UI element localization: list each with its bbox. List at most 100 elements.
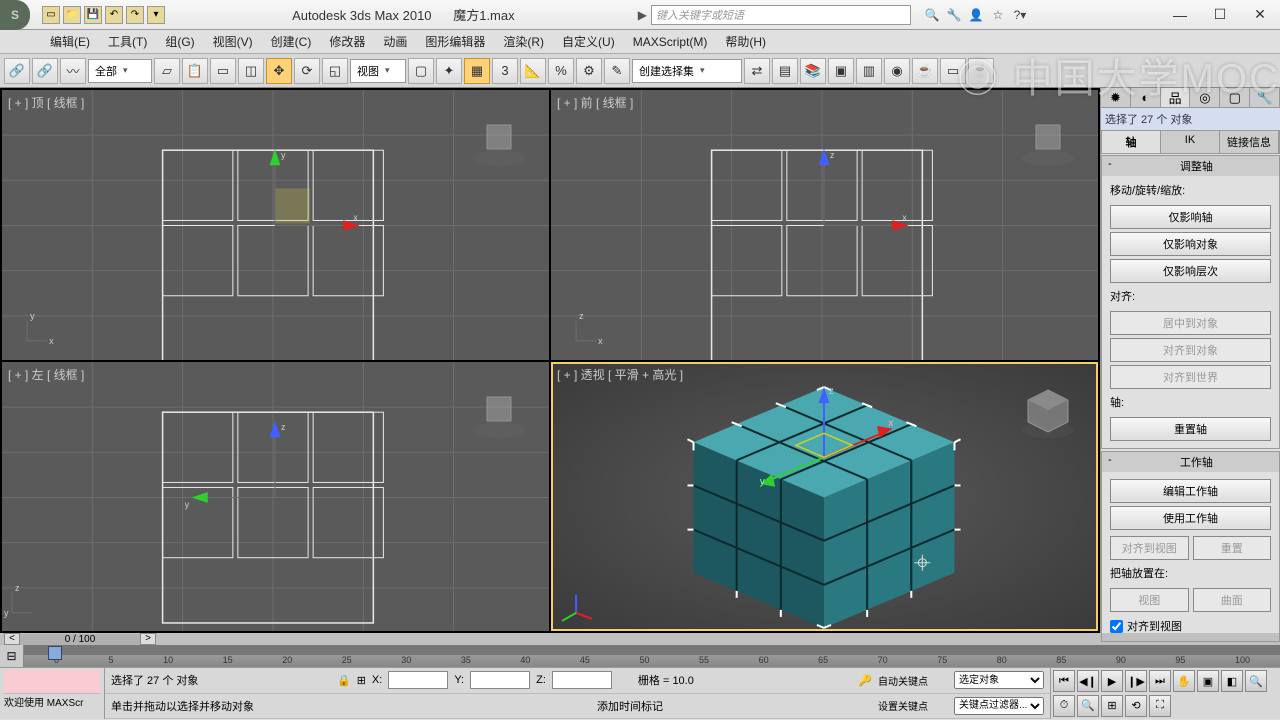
menu-help[interactable]: 帮助(H) bbox=[725, 33, 766, 50]
nav-pan[interactable]: ✋ bbox=[1173, 670, 1195, 692]
maximize-button[interactable]: ☐ bbox=[1200, 1, 1240, 29]
subtab-pivot[interactable]: 轴 bbox=[1102, 131, 1161, 153]
align-icon[interactable]: ▤ bbox=[772, 58, 798, 84]
edit-named-sel[interactable]: ✎ bbox=[604, 58, 630, 84]
nav-zoom-all[interactable]: ⊞ bbox=[1101, 695, 1123, 717]
mirror-icon[interactable]: ⇄ bbox=[744, 58, 770, 84]
star-icon[interactable]: ☆ bbox=[989, 8, 1007, 22]
viewport-left[interactable]: [ + ] 左 [ 线框 ] zy zy bbox=[2, 362, 549, 632]
btn-align-view[interactable]: 对齐到视图 bbox=[1110, 536, 1189, 560]
goto-start[interactable]: ⏮ bbox=[1053, 670, 1075, 692]
key-icon[interactable]: 🔑 bbox=[858, 674, 872, 687]
community-icon[interactable]: 👤 bbox=[967, 8, 985, 22]
rollout-working-pivot[interactable]: -工作轴 bbox=[1102, 452, 1279, 472]
material-icon[interactable]: ◉ bbox=[884, 58, 910, 84]
next-frame[interactable]: ❙▶ bbox=[1125, 670, 1147, 692]
panel-tab-utilities[interactable]: 🔧 bbox=[1250, 88, 1280, 107]
btn-affect-pivot[interactable]: 仅影响轴 bbox=[1110, 205, 1271, 229]
render-frame-icon[interactable]: ▭ bbox=[940, 58, 966, 84]
nav-orbit[interactable]: ⟲ bbox=[1125, 695, 1147, 717]
menu-view[interactable]: 视图(V) bbox=[213, 33, 253, 50]
tool-icon[interactable]: 🔧 bbox=[945, 8, 963, 22]
timeline-prev[interactable]: < bbox=[4, 633, 20, 645]
menu-anim[interactable]: 动画 bbox=[383, 33, 407, 50]
menu-maxscript[interactable]: MAXScript(M) bbox=[633, 35, 708, 49]
trackbar-toggle[interactable]: ⊟ bbox=[0, 645, 24, 667]
select-byname[interactable]: 📋 bbox=[182, 58, 208, 84]
prev-frame[interactable]: ◀❙ bbox=[1077, 670, 1099, 692]
bind-icon[interactable]: 〰 bbox=[60, 58, 86, 84]
link-icon[interactable]: 🔗 bbox=[4, 58, 30, 84]
btn-surface[interactable]: 曲面 bbox=[1193, 588, 1272, 612]
manip-icon[interactable]: ✦ bbox=[436, 58, 462, 84]
qat-new[interactable]: ▭ bbox=[42, 6, 60, 24]
qat-dropdown[interactable]: ▾ bbox=[147, 6, 165, 24]
filter-combo[interactable]: 全部 bbox=[88, 59, 152, 83]
panel-tab-hierarchy[interactable]: 品 bbox=[1161, 88, 1191, 107]
angle-snap[interactable]: 3 bbox=[492, 58, 518, 84]
key-object-combo[interactable]: 选定对象 bbox=[954, 671, 1044, 689]
subtab-ik[interactable]: IK bbox=[1161, 131, 1220, 153]
viewcube[interactable] bbox=[469, 382, 529, 442]
btn-align-world[interactable]: 对齐到世界 bbox=[1110, 365, 1271, 389]
btn-affect-hierarchy[interactable]: 仅影响层次 bbox=[1110, 259, 1271, 283]
spinner-snap[interactable]: ⚙ bbox=[576, 58, 602, 84]
viewport-perspective[interactable]: [ + ] 透视 [ 平滑 + 高光 ] bbox=[551, 362, 1098, 632]
chk-align-view[interactable]: 对齐到视图 bbox=[1110, 618, 1271, 634]
minimize-button[interactable]: — bbox=[1160, 1, 1200, 29]
panel-tab-modify[interactable]: ◐ bbox=[1131, 88, 1161, 107]
play[interactable]: ▶ bbox=[1101, 670, 1123, 692]
coord-combo[interactable]: 视图 bbox=[350, 59, 406, 83]
menu-tools[interactable]: 工具(T) bbox=[108, 33, 147, 50]
app-icon[interactable]: S bbox=[0, 0, 30, 30]
curve-editor-icon[interactable]: ▣ bbox=[828, 58, 854, 84]
menu-modifiers[interactable]: 修改器 bbox=[329, 33, 365, 50]
nav-zoom[interactable]: 🔍 bbox=[1077, 695, 1099, 717]
autokey-button[interactable]: 自动关键点 bbox=[878, 673, 948, 688]
panel-tab-create[interactable]: ✹ bbox=[1101, 88, 1131, 107]
btn-align-object[interactable]: 对齐到对象 bbox=[1110, 338, 1271, 362]
nav-fov[interactable]: ◧ bbox=[1221, 670, 1243, 692]
binoculars-icon[interactable]: 🔍 bbox=[923, 8, 941, 22]
btn-reset[interactable]: 重置 bbox=[1193, 536, 1272, 560]
select-window[interactable]: ◫ bbox=[238, 58, 264, 84]
viewcube[interactable] bbox=[1018, 110, 1078, 170]
move-tool[interactable]: ✥ bbox=[266, 58, 292, 84]
setkey-button[interactable]: 设置关键点 bbox=[878, 698, 948, 713]
qat-save[interactable]: 💾 bbox=[84, 6, 102, 24]
search-input[interactable]: 键入关键字或短语 bbox=[651, 5, 911, 25]
btn-view[interactable]: 视图 bbox=[1110, 588, 1189, 612]
menu-custom[interactable]: 自定义(U) bbox=[562, 33, 615, 50]
menu-edit[interactable]: 编辑(E) bbox=[50, 33, 90, 50]
trackbar[interactable]: ⊟ 05101520253035404550556065707580859095… bbox=[0, 645, 1280, 667]
nav-zoom-region[interactable]: 🔍 bbox=[1245, 670, 1267, 692]
render-setup-icon[interactable]: ☕ bbox=[912, 58, 938, 84]
add-time-marker[interactable]: 添加时间标记 bbox=[597, 698, 663, 714]
nav-maximize[interactable]: ⛶ bbox=[1149, 695, 1171, 717]
schematic-icon[interactable]: ▥ bbox=[856, 58, 882, 84]
coord-display-icon[interactable]: ⊞ bbox=[357, 674, 366, 687]
qat-redo[interactable]: ↷ bbox=[126, 6, 144, 24]
btn-center-object[interactable]: 居中到对象 bbox=[1110, 311, 1271, 335]
key-filter-combo[interactable]: 关键点过滤器... bbox=[954, 697, 1044, 715]
pivot-toggle[interactable]: ▢ bbox=[408, 58, 434, 84]
help-icon[interactable]: ?▾ bbox=[1011, 8, 1029, 22]
field-x[interactable] bbox=[388, 671, 448, 689]
named-selection[interactable]: 创建选择集 bbox=[632, 59, 742, 83]
layers-icon[interactable]: 📚 bbox=[800, 58, 826, 84]
btn-use-waxis[interactable]: 使用工作轴 bbox=[1110, 506, 1271, 530]
rotate-tool[interactable]: ⟳ bbox=[294, 58, 320, 84]
btn-affect-object[interactable]: 仅影响对象 bbox=[1110, 232, 1271, 256]
qat-open[interactable]: 📁 bbox=[63, 6, 81, 24]
qat-undo[interactable]: ↶ bbox=[105, 6, 123, 24]
viewport-top[interactable]: [ + ] 顶 [ 线框 ] yx yx bbox=[2, 90, 549, 360]
snap-toggle[interactable]: ▦ bbox=[464, 58, 490, 84]
viewport-front[interactable]: [ + ] 前 [ 线框 ] zx zx bbox=[551, 90, 1098, 360]
field-z[interactable] bbox=[552, 671, 612, 689]
time-slider[interactable] bbox=[48, 646, 62, 660]
nav-zoom-ext[interactable]: ▣ bbox=[1197, 670, 1219, 692]
time-config[interactable]: ⏱ bbox=[1053, 695, 1075, 717]
field-y[interactable] bbox=[470, 671, 530, 689]
btn-edit-waxis[interactable]: 编辑工作轴 bbox=[1110, 479, 1271, 503]
close-button[interactable]: ✕ bbox=[1240, 1, 1280, 29]
